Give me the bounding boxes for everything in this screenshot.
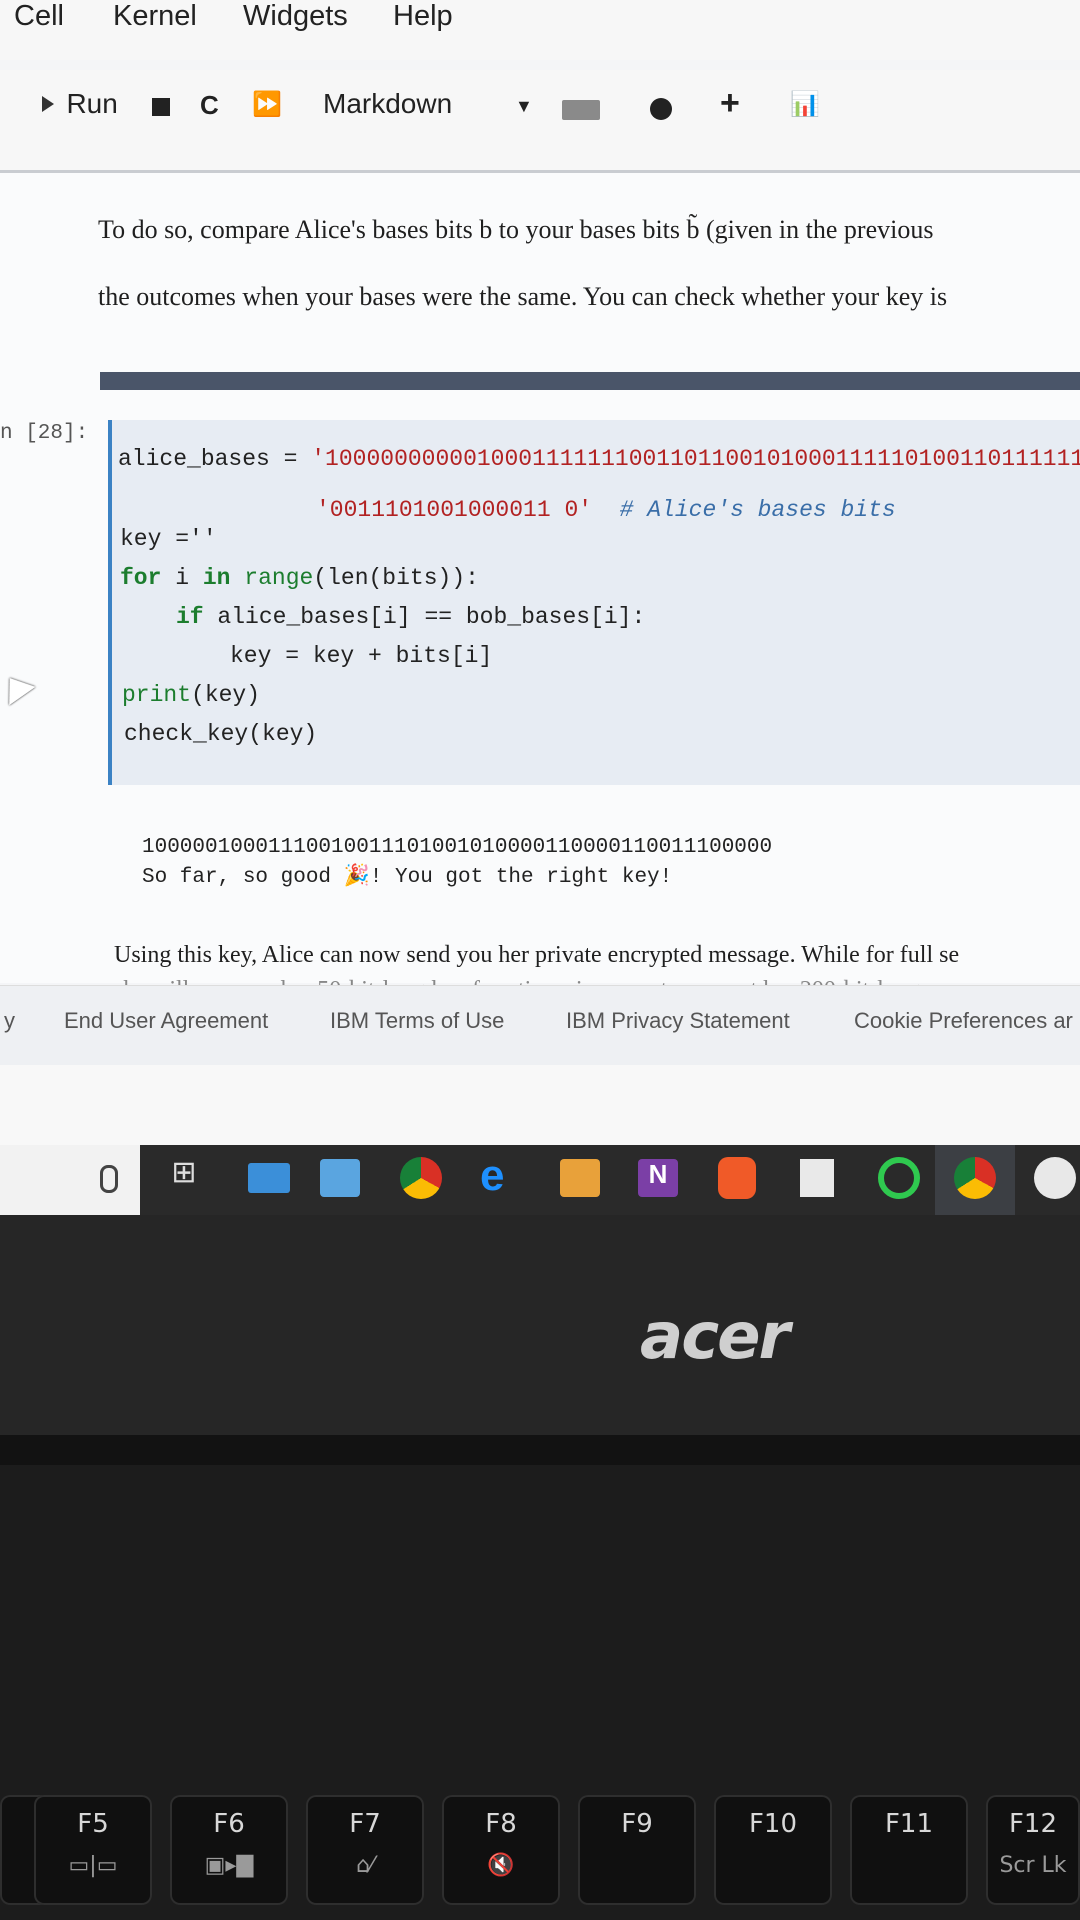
run-label: Run: [66, 88, 118, 119]
laptop-bezel: [0, 1215, 1080, 1445]
footer-link-eua[interactable]: End User Agreement: [64, 1008, 268, 1034]
fast-forward-icon[interactable]: ⏩: [252, 90, 282, 119]
onenote-icon[interactable]: N: [638, 1159, 678, 1197]
code-text: (len(bits)):: [313, 565, 479, 591]
key-f12[interactable]: F12 Scr Lk: [986, 1795, 1080, 1905]
restart-icon[interactable]: C: [200, 90, 219, 121]
code-line-1: alice_bases = '1000000000010001111111001…: [118, 446, 1080, 472]
run-button[interactable]: Run: [42, 88, 118, 120]
chrome-icon[interactable]: [400, 1157, 442, 1199]
cell-separator: [100, 372, 1080, 390]
party-icon: 🎉: [343, 866, 370, 889]
sublime-icon[interactable]: [560, 1159, 600, 1197]
markdown-line-1: To do so, compare Alice's bases bits b t…: [98, 215, 934, 244]
page-footer: y End User Agreement IBM Terms of Use IB…: [0, 985, 1080, 1066]
footer-link-cookies[interactable]: Cookie Preferences ar: [854, 1008, 1073, 1034]
laptop-screen: Cell Kernel Widgets Help Run C ⏩ Markdow…: [0, 0, 1080, 1215]
page-blank-area: [0, 1065, 1080, 1145]
footer-link-privacy[interactable]: IBM Privacy Statement: [566, 1008, 790, 1034]
key-f6[interactable]: F6 ▣▸▇: [170, 1795, 288, 1905]
key-f9[interactable]: F9: [578, 1795, 696, 1905]
footer-link-terms[interactable]: IBM Terms of Use: [330, 1008, 504, 1034]
microphone-icon[interactable]: [100, 1165, 118, 1193]
code-line-7: print(key): [122, 682, 260, 708]
code-text: (key): [191, 682, 261, 708]
markdown-line-2: the outcomes when your bases were the sa…: [98, 282, 948, 311]
code-comment: # Alice's bases bits: [619, 497, 896, 523]
onedrive-icon[interactable]: [800, 1159, 834, 1197]
code-keyword: if: [176, 604, 204, 630]
record-icon[interactable]: [650, 98, 672, 120]
chrome-icon[interactable]: [954, 1157, 996, 1199]
code-line-5: if alice_bases[i] == bob_bases[i]:: [176, 604, 645, 630]
output-msg-suffix: ! You got the right key!: [369, 866, 673, 889]
task-view-icon[interactable]: ⊞: [160, 1155, 208, 1203]
chevron-down-icon[interactable]: ▼: [515, 96, 533, 117]
key-f8[interactable]: F8 🔇: [442, 1795, 560, 1905]
key-f11[interactable]: F11: [850, 1795, 968, 1905]
brave-icon[interactable]: [718, 1157, 756, 1199]
code-string: '0011101001000011 0': [316, 497, 593, 523]
key-f7[interactable]: F7 ⌂⁄: [306, 1795, 424, 1905]
store-icon[interactable]: [320, 1159, 360, 1197]
footer-link-policy[interactable]: y: [4, 1008, 15, 1034]
code-builtin: print: [122, 682, 192, 708]
menu-help[interactable]: Help: [393, 0, 453, 33]
output-key-line: 1000001000111001001110100101000011000011…: [142, 836, 773, 859]
code-text: alice_bases[i] == bob_bases[i]:: [217, 604, 646, 630]
code-builtin: range: [244, 565, 314, 591]
code-line-2: '0011101001000011 0' # Alice's bases bit…: [316, 497, 896, 523]
brand-logo: acer: [640, 1300, 790, 1374]
key-f5[interactable]: F5 ▭|▭: [34, 1795, 152, 1905]
cell-prompt: n [28]:: [0, 422, 89, 445]
menu-bar: Cell Kernel Widgets Help: [0, 0, 1080, 60]
next-markdown-line-1: Using this key, Alice can now send you h…: [114, 942, 960, 968]
slack-icon[interactable]: [1034, 1157, 1076, 1199]
menu-kernel[interactable]: Kernel: [113, 0, 197, 33]
file-explorer-icon[interactable]: [248, 1163, 290, 1193]
plus-icon[interactable]: +: [720, 84, 740, 123]
key-f10[interactable]: F10: [714, 1795, 832, 1905]
play-icon: [42, 96, 54, 112]
menu-widgets[interactable]: Widgets: [243, 0, 348, 33]
laptop-hinge: [0, 1435, 1080, 1465]
bar-chart-icon[interactable]: 📊: [790, 90, 820, 119]
stop-icon[interactable]: [152, 98, 170, 116]
output-message: So far, so good 🎉! You got the right key…: [142, 864, 672, 889]
code-line-8: check_key(key): [124, 721, 318, 747]
os-taskbar: ⊞ e N: [0, 1145, 1080, 1215]
search-box[interactable]: [0, 1145, 140, 1215]
status-ring-icon[interactable]: [878, 1157, 920, 1199]
menu-cell[interactable]: Cell: [14, 0, 64, 33]
code-var: alice_bases: [118, 446, 270, 472]
output-msg-prefix: So far, so good: [142, 866, 332, 889]
cell-type-select[interactable]: Markdown: [323, 88, 452, 120]
notebook-toolbar: Run C ⏩ Markdown ▼ + 📊: [0, 70, 1080, 173]
edge-icon[interactable]: e: [480, 1151, 528, 1200]
code-keyword: for: [120, 565, 162, 591]
keyboard-icon[interactable]: [562, 100, 600, 120]
code-line-4: for i in range(len(bits)):: [120, 565, 479, 591]
code-text: i: [175, 565, 190, 591]
code-string: '100000000001000111111100110110010100011…: [311, 446, 1080, 472]
code-line-3: key ='': [120, 526, 217, 552]
code-line-6: key = key + bits[i]: [230, 643, 493, 669]
code-keyword: in: [202, 565, 231, 591]
